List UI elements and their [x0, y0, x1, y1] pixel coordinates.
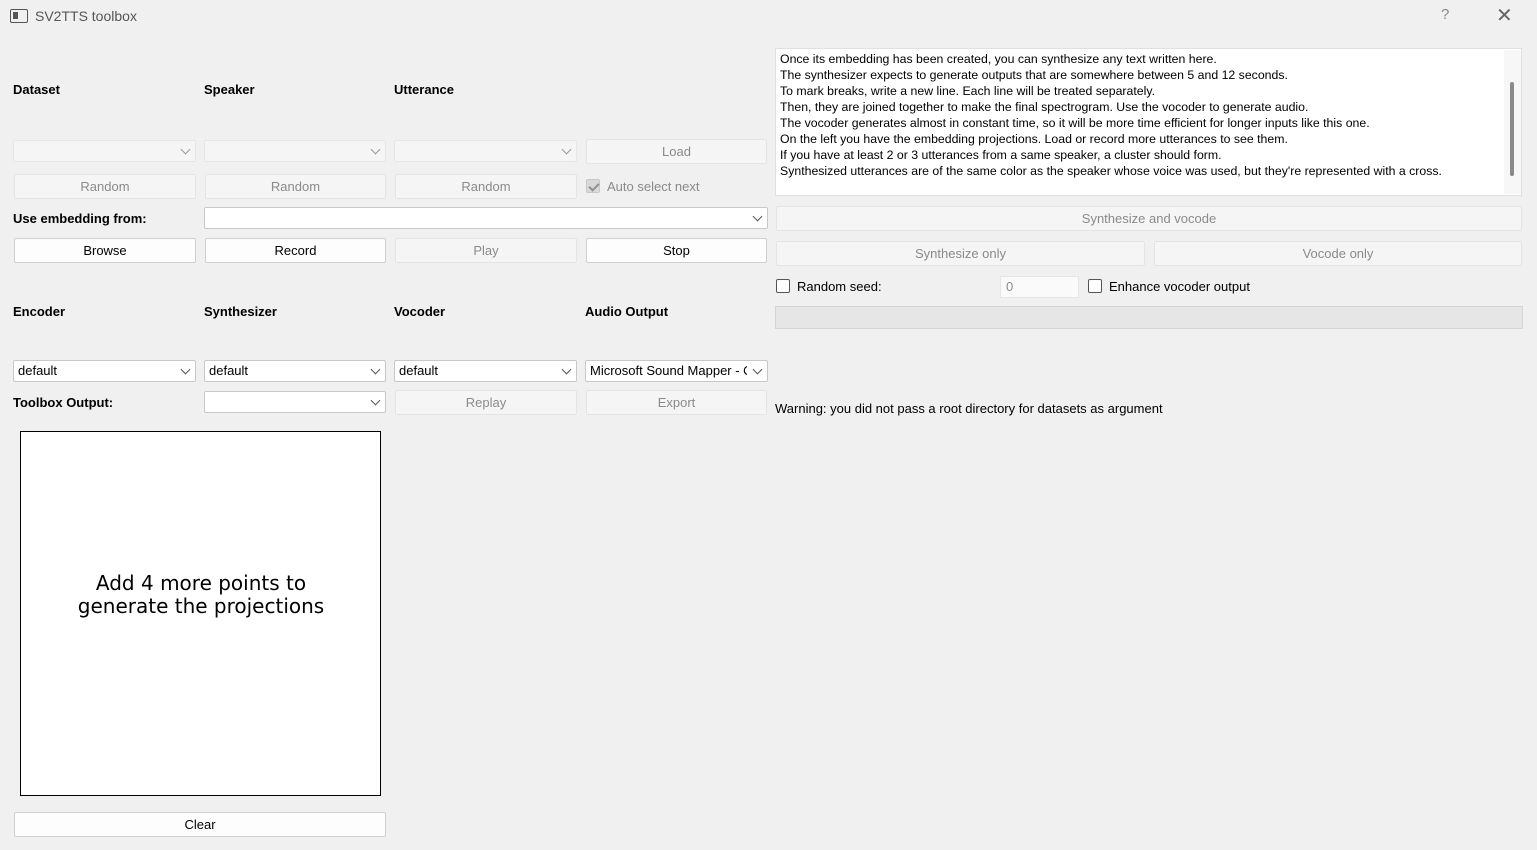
text-line: To mark breaks, write a new line. Each l…: [780, 84, 1156, 98]
record-button[interactable]: Record: [205, 238, 386, 263]
auto-select-next-checkbox[interactable]: [586, 179, 600, 193]
export-button[interactable]: Export: [586, 390, 767, 415]
warning-text: Warning: you did not pass a root directo…: [775, 401, 1163, 416]
random-speaker-button[interactable]: Random: [205, 174, 386, 199]
text-input-content: Once its embedding has been created, you…: [780, 51, 1442, 179]
chevron-down-icon: [370, 144, 381, 155]
vocoder-value: default: [399, 363, 439, 378]
enhance-vocoder-checkbox[interactable]: [1088, 279, 1102, 293]
text-line: On the left you have the embedding proje…: [780, 132, 1288, 146]
synthesize-only-button[interactable]: Synthesize only: [776, 241, 1145, 266]
text-input-area[interactable]: Once its embedding has been created, you…: [775, 48, 1522, 196]
speaker-label: Speaker: [204, 82, 255, 97]
utterance-label: Utterance: [394, 82, 454, 97]
chevron-down-icon: [370, 395, 381, 406]
synthesizer-label: Synthesizer: [204, 304, 277, 319]
encoder-label: Encoder: [13, 304, 66, 319]
encoder-dropdown[interactable]: default: [13, 360, 196, 382]
random-dataset-button[interactable]: Random: [14, 174, 196, 199]
chevron-down-icon: [561, 364, 572, 375]
audio-output-label: Audio Output: [585, 304, 669, 319]
clear-button[interactable]: Clear: [14, 812, 386, 837]
chevron-down-icon: [752, 364, 763, 375]
title-bar: [0, 0, 1537, 34]
synthesize-and-vocode-button[interactable]: Synthesize and vocode: [776, 206, 1522, 231]
utterance-dropdown[interactable]: [394, 140, 577, 162]
synthesizer-dropdown[interactable]: default: [204, 360, 386, 382]
scrollbar-thumb[interactable]: [1510, 82, 1514, 176]
toolbox-output-label: Toolbox Output:: [13, 395, 114, 410]
synthesizer-value: default: [209, 363, 249, 378]
dataset-label: Dataset: [13, 82, 60, 97]
text-line: The vocoder generates almost in constant…: [780, 116, 1370, 130]
text-line: Once its embedding has been created, you…: [780, 52, 1217, 66]
chevron-down-icon: [561, 144, 572, 155]
speaker-dropdown[interactable]: [204, 140, 386, 162]
close-icon[interactable]: ✕: [1496, 3, 1513, 28]
play-button[interactable]: Play: [395, 238, 577, 263]
encoder-value: default: [18, 363, 58, 378]
auto-select-next-label: Auto select next: [607, 179, 700, 194]
browse-button[interactable]: Browse: [14, 238, 196, 263]
vocoder-label: Vocoder: [394, 304, 446, 319]
app-icon: [10, 9, 28, 23]
text-line: Then, they are joined together to make t…: [780, 100, 1309, 114]
chevron-down-icon: [752, 211, 763, 222]
help-icon[interactable]: ?: [1441, 6, 1449, 23]
audio-output-dropdown[interactable]: Microsoft Sound Mapper - Output: [585, 360, 768, 382]
chevron-down-icon: [370, 364, 381, 375]
vocoder-dropdown[interactable]: default: [394, 360, 577, 382]
stop-button[interactable]: Stop: [586, 238, 767, 263]
chevron-down-icon: [180, 364, 191, 375]
enhance-vocoder-label: Enhance vocoder output: [1109, 279, 1250, 294]
progress-bar: [775, 306, 1523, 329]
projections-message: Add 4 more points to generate the projec…: [77, 571, 325, 618]
vocode-only-button[interactable]: Vocode only: [1154, 241, 1522, 266]
toolbox-output-dropdown[interactable]: [204, 391, 386, 413]
projections-plot: Add 4 more points to generate the projec…: [20, 431, 381, 796]
replay-button[interactable]: Replay: [395, 390, 577, 415]
dataset-dropdown[interactable]: [13, 140, 196, 162]
audio-output-value: Microsoft Sound Mapper - Output: [590, 363, 747, 378]
load-button[interactable]: Load: [586, 139, 767, 164]
use-embedding-label: Use embedding from:: [13, 211, 147, 226]
use-embedding-dropdown[interactable]: [204, 207, 768, 229]
text-scrollbar[interactable]: [1504, 50, 1521, 194]
random-utterance-button[interactable]: Random: [395, 174, 577, 199]
seed-input[interactable]: 0: [1000, 276, 1079, 298]
text-line: Synthesized utterances are of the same c…: [780, 164, 1442, 178]
text-line: The synthesizer expects to generate outp…: [780, 68, 1288, 82]
random-seed-checkbox[interactable]: [776, 279, 790, 293]
random-seed-label: Random seed:: [797, 279, 882, 294]
window-title: SV2TTS toolbox: [35, 8, 137, 24]
text-line: If you have at least 2 or 3 utterances f…: [780, 148, 1222, 162]
chevron-down-icon: [180, 144, 191, 155]
